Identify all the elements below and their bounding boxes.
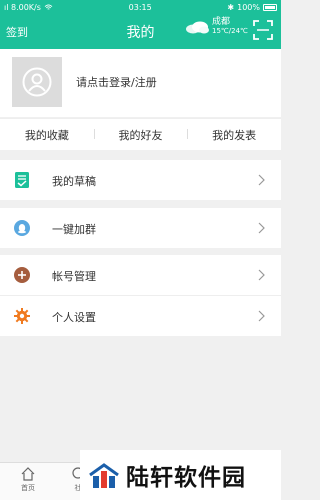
draft-icon [15,172,29,188]
tab-favorites[interactable]: 我的收藏 [0,127,94,143]
tab-posts[interactable]: 我的发表 [187,127,281,143]
qq-icon [14,220,30,236]
menu-item-drafts[interactable]: 我的草稿 [0,160,281,200]
nav-home-label: 首页 [21,484,35,492]
menu-item-join-group[interactable]: 一键加群 [0,208,281,248]
clock: 03:15 [128,3,152,12]
watermark-text: 陆轩软件园 [126,465,246,491]
menu-label-drafts: 我的草稿 [52,175,96,188]
home-icon [21,467,35,481]
watermark-logo-icon [89,463,119,488]
cloud-icon [186,21,209,34]
watermark: 陆轩软件园 [80,450,281,500]
user-avatar-icon[interactable] [12,57,62,107]
menu-item-account[interactable]: 帐号管理 [0,255,281,295]
login-link[interactable]: 请点击登录/注册 [76,74,157,90]
menu-label-account: 帐号管理 [52,270,96,283]
menu-label-settings: 个人设置 [52,311,96,324]
battery-icon [263,4,277,11]
chevron-right-icon [258,269,265,281]
bluetooth-icon: ✱ [227,3,235,12]
nav-home[interactable]: 首页 [8,466,48,493]
scan-icon[interactable] [253,20,273,40]
weather-widget[interactable]: 成都 15℃/24℃ [184,17,248,36]
battery-text: 100% [237,3,260,12]
chevron-right-icon [258,222,265,234]
app-header: 签到 我的 成都 15℃/24℃ [0,15,281,49]
gear-icon [14,308,30,324]
checkin-button[interactable]: 签到 [6,24,28,40]
chevron-right-icon [258,174,265,186]
profile-card[interactable]: 请点击登录/注册 [0,49,281,117]
tab-friends[interactable]: 我的好友 [93,127,188,143]
signal-text: ıl 8.00K/s [4,3,41,12]
plus-circle-icon [14,267,30,283]
profile-tabs: 我的收藏 我的好友 我的发表 [0,118,281,150]
status-bar: ıl 8.00K/s 03:15 ✱ 100% [0,0,281,15]
chevron-right-icon [258,310,265,322]
menu-item-settings[interactable]: 个人设置 [0,296,281,336]
wifi-icon [44,4,53,10]
weather-temp: 15℃/24℃ [212,26,248,35]
menu-label-join-group: 一键加群 [52,223,96,236]
